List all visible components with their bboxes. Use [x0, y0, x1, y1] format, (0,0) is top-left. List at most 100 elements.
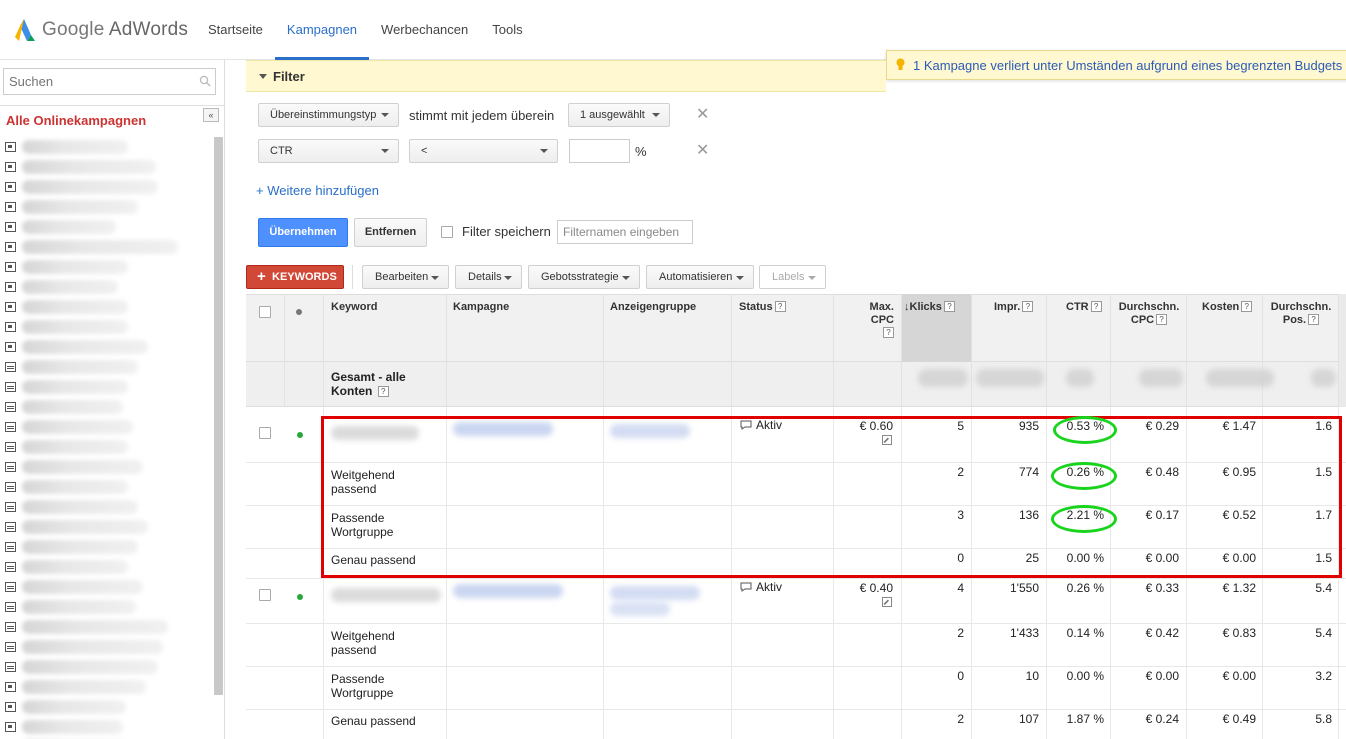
campaign-list-item[interactable] — [5, 557, 210, 577]
col-header-ctr[interactable]: CTR? — [1066, 301, 1102, 314]
filter-field-dropdown-1[interactable]: Übereinstimmungstyp — [258, 103, 399, 127]
campaign-list-item[interactable] — [5, 517, 210, 537]
adwords-logo[interactable]: Google AdWords — [12, 16, 188, 44]
ctr-value-input[interactable] — [569, 139, 630, 163]
match-type-label: Passende Wortgruppe — [331, 672, 394, 700]
help-icon[interactable]: ? — [377, 386, 389, 397]
col-header-adgroup[interactable]: Anzeigengruppe — [610, 301, 696, 314]
details-menu-button[interactable]: Details — [455, 265, 522, 289]
col-header-max-cpc[interactable]: Max. CPC? — [844, 301, 894, 340]
campaign-list-item[interactable] — [5, 657, 210, 677]
campaign-list-item[interactable] — [5, 157, 210, 177]
collapse-sidebar-button[interactable]: « — [203, 108, 219, 122]
edit-menu-button[interactable]: Bearbeiten — [362, 265, 449, 289]
campaign-list-item[interactable] — [5, 257, 210, 277]
help-icon[interactable]: ? — [1241, 301, 1253, 312]
match-type-label: Passende Wortgruppe — [331, 511, 394, 539]
labels-label: Labels — [772, 271, 805, 283]
search-icon[interactable] — [199, 75, 211, 87]
campaign-list-item[interactable] — [5, 597, 210, 617]
total-value-redacted — [1206, 369, 1274, 387]
budget-notice[interactable]: 1 Kampagne verliert unter Umständen aufg… — [886, 50, 1346, 80]
remove-filter-2-icon[interactable]: ✕ — [696, 140, 709, 160]
all-campaigns-link[interactable]: Alle Onlinekampagnen — [6, 113, 146, 128]
filter-value-dropdown-1[interactable]: 1 ausgewählt — [568, 103, 670, 127]
nav-tools[interactable]: Tools — [480, 0, 534, 60]
campaign-list-item[interactable] — [5, 457, 210, 477]
col-header-avg-cpc[interactable]: Durchschn. CPC? — [1117, 301, 1181, 327]
campaign-list-item[interactable] — [5, 617, 210, 637]
keyword-redacted[interactable] — [331, 588, 441, 602]
campaign-list-item[interactable] — [5, 277, 210, 297]
edit-bid-icon[interactable] — [882, 435, 892, 445]
campaign-list-item[interactable] — [5, 197, 210, 217]
campaign-list-item[interactable] — [5, 177, 210, 197]
help-icon[interactable]: ? — [1090, 301, 1102, 312]
campaign-list-item[interactable] — [5, 297, 210, 317]
campaign-list-item[interactable] — [5, 217, 210, 237]
campaign-list-item[interactable] — [5, 717, 210, 737]
help-icon[interactable]: ? — [1022, 301, 1034, 312]
remove-filter-1-icon[interactable]: ✕ — [696, 104, 709, 124]
campaign-link-redacted[interactable] — [453, 584, 563, 598]
col-header-cost[interactable]: Kosten? — [1202, 301, 1253, 314]
labels-menu-button[interactable]: Labels — [759, 265, 826, 289]
campaign-list-item[interactable] — [5, 137, 210, 157]
adgroup-link-redacted[interactable] — [610, 586, 700, 600]
nav-startseite[interactable]: Startseite — [196, 0, 275, 60]
col-header-status[interactable]: Status? — [739, 301, 786, 314]
col-header-clicks[interactable]: ↓Klicks? — [904, 301, 955, 314]
help-icon[interactable]: ? — [883, 327, 894, 338]
edit-bid-icon[interactable] — [882, 597, 892, 607]
adgroup-link-redacted[interactable] — [610, 424, 690, 438]
col-header-avg-pos[interactable]: Durchschn. Pos.? — [1270, 301, 1332, 327]
campaign-list-item[interactable] — [5, 357, 210, 377]
apply-filter-button[interactable]: Übernehmen — [258, 218, 348, 247]
campaign-list-item[interactable] — [5, 237, 210, 257]
col-header-keyword[interactable]: Keyword — [331, 301, 377, 314]
help-icon[interactable]: ? — [943, 301, 955, 312]
campaign-list-item[interactable] — [5, 697, 210, 717]
nav-kampagnen[interactable]: Kampagnen — [274, 0, 370, 60]
campaign-list-item[interactable] — [5, 317, 210, 337]
campaign-list-item[interactable] — [5, 677, 210, 697]
campaign-list-item[interactable] — [5, 637, 210, 657]
filter-field-dropdown-2[interactable]: CTR — [258, 139, 399, 163]
campaign-link-redacted[interactable] — [453, 422, 553, 436]
campaign-list-item[interactable] — [5, 397, 210, 417]
keyword-redacted[interactable] — [331, 426, 419, 440]
impressions-value: 935 — [1018, 419, 1039, 433]
campaign-list-item[interactable] — [5, 537, 210, 557]
help-icon[interactable]: ? — [1308, 314, 1320, 325]
campaign-name-redacted — [22, 520, 148, 534]
sidebar-search-input[interactable] — [4, 69, 184, 94]
filter-operator-dropdown-2[interactable]: < — [409, 139, 558, 163]
nav-werbechancen[interactable]: Werbechancen — [369, 0, 480, 60]
row-checkbox[interactable] — [259, 427, 271, 439]
campaign-list-item[interactable] — [5, 437, 210, 457]
bid-strategy-menu-button[interactable]: Gebotsstrategie — [528, 265, 640, 289]
help-icon[interactable]: ? — [774, 301, 786, 312]
col-header-impr[interactable]: Impr.? — [994, 301, 1034, 314]
header-column-divider — [603, 294, 604, 407]
filter-name-input[interactable]: Filternamen eingeben — [557, 220, 693, 244]
select-all-checkbox[interactable] — [259, 306, 271, 318]
avg-cpc-value: € 0.00 — [1145, 551, 1179, 565]
filter-header[interactable]: Filter — [246, 60, 886, 92]
help-icon[interactable]: ? — [1156, 314, 1168, 325]
row-checkbox[interactable] — [259, 589, 271, 601]
campaign-list-item[interactable] — [5, 477, 210, 497]
col-header-campaign[interactable]: Kampagne — [453, 301, 509, 314]
campaign-list-item[interactable] — [5, 417, 210, 437]
campaign-list-item[interactable] — [5, 577, 210, 597]
adgroup-link-redacted[interactable] — [610, 602, 670, 616]
remove-filter-button[interactable]: Entfernen — [354, 218, 427, 247]
campaign-list-item[interactable] — [5, 497, 210, 517]
save-filter-checkbox[interactable] — [441, 226, 453, 238]
campaign-list-item[interactable] — [5, 377, 210, 397]
campaign-list-item[interactable] — [5, 337, 210, 357]
add-keywords-button[interactable]: + KEYWORDS — [246, 265, 344, 289]
add-more-filters-link[interactable]: + Weitere hinzufügen — [256, 183, 379, 198]
automate-menu-button[interactable]: Automatisieren — [646, 265, 754, 289]
sidebar-scrollbar[interactable] — [214, 137, 223, 695]
